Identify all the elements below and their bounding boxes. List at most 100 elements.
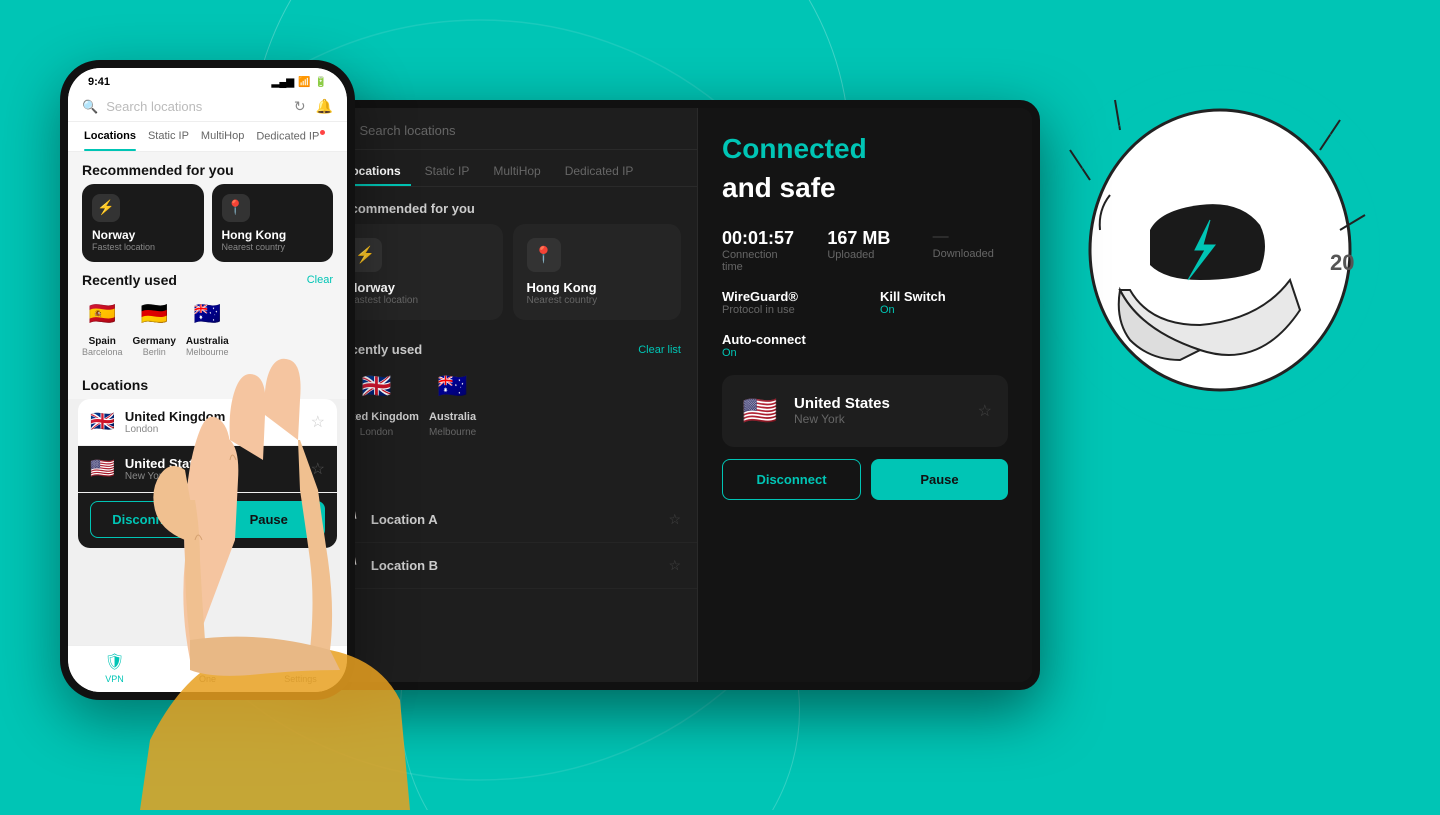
tablet-active-star[interactable]: ☆ bbox=[978, 401, 992, 421]
tablet-rec-norway-name: Norway bbox=[348, 280, 489, 295]
phone-uk-star[interactable]: ☆ bbox=[311, 412, 325, 432]
tablet-search-bar[interactable]: 🔍 Search locations bbox=[318, 108, 697, 150]
phone-us-name: United States bbox=[125, 456, 301, 471]
tablet-uk-city: London bbox=[360, 427, 393, 438]
phone-recently-used: Recently used Clear 🇪🇸 Spain Barcelona 🇩… bbox=[68, 272, 347, 367]
phone-screen: 9:41 ▂▄▆ 📶 🔋 🔍 Search locations ↻ 🔔 Loca… bbox=[68, 68, 347, 692]
phone-wifi-icon: 📶 bbox=[298, 77, 310, 88]
tablet-loc2-name: Location B bbox=[371, 558, 657, 573]
phone-bottom-nav: 🛡 VPN 🛡 One ⚙ Settings bbox=[68, 645, 347, 692]
tablet-active-flag: 🇺🇸 bbox=[738, 389, 782, 433]
tablet-active-location: 🇺🇸 United States New York ☆ bbox=[722, 375, 1008, 447]
phone-rec-lightning-icon: ⚡ bbox=[92, 194, 120, 222]
phone-search-bar[interactable]: 🔍 Search locations ↻ 🔔 bbox=[68, 92, 347, 122]
phone-spain-name: Spain bbox=[82, 336, 123, 347]
tablet-mockup: 🔍 Search locations Locations Static IP M… bbox=[310, 100, 1040, 690]
tablet-loc1-name: Location A bbox=[371, 512, 657, 527]
phone-nav-settings[interactable]: ⚙ Settings bbox=[254, 652, 347, 684]
phone-recent-germany[interactable]: 🇩🇪 Germany Berlin bbox=[133, 296, 176, 357]
tablet-connected-line2: and safe bbox=[722, 172, 1008, 204]
phone-time: 9:41 bbox=[88, 76, 110, 88]
phone-rec-hongkong[interactable]: 📍 Hong Kong Nearest country bbox=[212, 184, 334, 262]
phone-content: Recommended for you ⚡ Norway Fastest loc… bbox=[68, 152, 347, 645]
tablet-loc2-info: Location B bbox=[371, 558, 657, 573]
tablet-search-input[interactable]: Search locations bbox=[359, 123, 455, 138]
tablet-content-area: Recommended for you ⚡ Norway Fastest loc… bbox=[318, 187, 697, 682]
phone-rec-norway-name: Norway bbox=[92, 228, 194, 242]
tablet-rec-norway[interactable]: ⚡ Norway Fastest location bbox=[334, 224, 503, 320]
tablet-loc1-star[interactable]: ☆ bbox=[668, 511, 681, 528]
phone-us-info: United States New York bbox=[125, 456, 301, 482]
tablet-recent-australia[interactable]: 🇦🇺 Australia Melbourne bbox=[429, 365, 476, 438]
phone-uk-flag: 🇬🇧 bbox=[90, 409, 115, 434]
phone-us-city: New York bbox=[125, 471, 301, 482]
tablet-protocol-label: Protocol in use bbox=[722, 304, 850, 316]
tablet-tab-dedicated[interactable]: Dedicated IP bbox=[555, 160, 644, 186]
phone-nav-one[interactable]: 🛡 One bbox=[161, 652, 254, 684]
phone-search-placeholder[interactable]: Search locations bbox=[106, 99, 286, 114]
phone-nav-vpn[interactable]: 🛡 VPN bbox=[68, 652, 161, 684]
phone-tab-locations[interactable]: Locations bbox=[78, 126, 142, 151]
svg-text:20: 20 bbox=[1330, 250, 1354, 275]
phone-bell-icon[interactable]: 🔔 bbox=[316, 98, 333, 115]
tablet-autoconnect-val: On bbox=[722, 347, 1008, 359]
tablet-active-city: New York bbox=[794, 412, 966, 426]
tablet-stats-row: 00:01:57 Connection time 167 MB Uploaded… bbox=[722, 228, 1008, 273]
phone-recently-title: Recently used bbox=[82, 272, 177, 288]
tablet-au-city: Melbourne bbox=[429, 427, 476, 438]
phone-uk-info: United Kingdom London bbox=[125, 409, 301, 435]
phone-disconnect-button[interactable]: Disconnect bbox=[90, 501, 205, 538]
tablet-recommended-title: Recommended for you bbox=[318, 187, 697, 224]
phone-pause-button[interactable]: Pause bbox=[213, 501, 326, 538]
tablet-recommended-grid: ⚡ Norway Fastest location 📍 Hong Kong Ne… bbox=[318, 224, 697, 334]
phone-us-star[interactable]: ☆ bbox=[311, 459, 325, 479]
tablet-connection-time-label: Connection time bbox=[722, 249, 797, 273]
tablet-action-row: Disconnect Pause bbox=[722, 459, 1008, 500]
tablet-downloaded-label: Downloaded bbox=[933, 248, 1008, 260]
phone-tab-dedicated[interactable]: Dedicated IP bbox=[250, 126, 331, 151]
phone-germany-flag: 🇩🇪 bbox=[136, 296, 172, 332]
phone-tab-multihop[interactable]: MultiHop bbox=[195, 126, 250, 151]
tablet-tabs: Locations Static IP MultiHop Dedicated I… bbox=[318, 150, 697, 187]
tablet-location-item-2[interactable]: 🏳️ Location B ☆ bbox=[318, 543, 697, 589]
phone-status-bar: 9:41 ▂▄▆ 📶 🔋 bbox=[68, 68, 347, 92]
phone-germany-name: Germany bbox=[133, 336, 176, 347]
phone-nav-settings-icon: ⚙ bbox=[254, 652, 347, 672]
phone-rec-norway-sub: Fastest location bbox=[92, 242, 194, 252]
tablet-protocol-item: WireGuard® Protocol in use bbox=[722, 289, 850, 316]
tablet-connection-time-value: 00:01:57 bbox=[722, 228, 797, 249]
phone-uk-name: United Kingdom bbox=[125, 409, 301, 424]
tablet-locations-title: s bbox=[318, 460, 697, 497]
phone-tabs: Locations Static IP MultiHop Dedicated I… bbox=[68, 122, 347, 152]
tablet-rec-pin-icon: 📍 bbox=[527, 238, 561, 272]
tablet-active-name: United States bbox=[794, 395, 966, 412]
tablet-location-item-1[interactable]: 🏳️ Location A ☆ bbox=[318, 497, 697, 543]
tablet-clear-btn[interactable]: Clear list bbox=[638, 344, 681, 356]
phone-nav-vpn-icon: 🛡 bbox=[68, 652, 161, 672]
phone-battery-icon: 🔋 bbox=[315, 77, 327, 88]
phone-refresh-icon[interactable]: ↻ bbox=[294, 98, 306, 115]
phone-rec-norway[interactable]: ⚡ Norway Fastest location bbox=[82, 184, 204, 262]
phone-nav-settings-label: Settings bbox=[284, 674, 317, 684]
tablet-tab-static[interactable]: Static IP bbox=[415, 160, 480, 186]
tablet-connection-time-stat: 00:01:57 Connection time bbox=[722, 228, 797, 273]
phone-australia-city: Melbourne bbox=[186, 347, 229, 357]
phone-us-flag: 🇺🇸 bbox=[90, 456, 115, 481]
phone-location-us[interactable]: 🇺🇸 United States New York ☆ bbox=[78, 446, 337, 493]
phone-recent-australia[interactable]: 🇦🇺 Australia Melbourne bbox=[186, 296, 229, 357]
tablet-disconnect-button[interactable]: Disconnect bbox=[722, 459, 861, 500]
tablet-protocol-row: WireGuard® Protocol in use Kill Switch O… bbox=[722, 289, 1008, 316]
phone-location-uk[interactable]: 🇬🇧 United Kingdom London ☆ bbox=[78, 399, 337, 446]
phone-recently-items: 🇪🇸 Spain Barcelona 🇩🇪 Germany Berlin 🇦🇺 … bbox=[82, 296, 333, 357]
tablet-rec-hongkong[interactable]: 📍 Hong Kong Nearest country bbox=[513, 224, 682, 320]
tablet-recently-header: Recently used Clear list bbox=[318, 334, 697, 365]
tablet-tab-multihop[interactable]: MultiHop bbox=[483, 160, 550, 186]
phone-tab-static[interactable]: Static IP bbox=[142, 126, 195, 151]
tablet-uk-flag: 🇬🇧 bbox=[355, 365, 397, 407]
tablet-pause-button[interactable]: Pause bbox=[871, 459, 1008, 500]
phone-signal-icon: ▂▄▆ bbox=[272, 77, 294, 88]
tablet-protocol-name: WireGuard® bbox=[722, 289, 850, 304]
phone-recent-spain[interactable]: 🇪🇸 Spain Barcelona bbox=[82, 296, 123, 357]
phone-clear-btn[interactable]: Clear bbox=[307, 274, 333, 286]
tablet-loc2-star[interactable]: ☆ bbox=[668, 557, 681, 574]
